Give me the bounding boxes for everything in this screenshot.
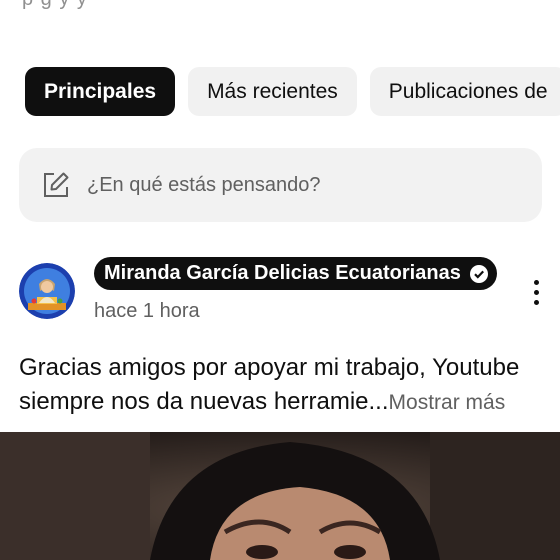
composer-placeholder: ¿En qué estás pensando?: [87, 173, 321, 196]
verified-icon: [469, 264, 489, 284]
post-timestamp: hace 1 hora: [94, 300, 200, 322]
post-image[interactable]: [0, 432, 560, 560]
avatar[interactable]: [19, 263, 75, 319]
author-name: Miranda García Delicias Ecuatorianas: [104, 262, 461, 284]
filter-chips: Principales Más recientes Publicaciones …: [25, 67, 560, 116]
more-options-icon[interactable]: [520, 272, 552, 312]
post-text: Gracias amigos por apoyar mi trabajo, Yo…: [19, 351, 549, 420]
author-name-badge[interactable]: Miranda García Delicias Ecuatorianas: [94, 257, 497, 290]
truncated-previous-text: p g y y: [22, 0, 88, 11]
chip-publicaciones[interactable]: Publicaciones de: [369, 67, 560, 116]
post-composer[interactable]: ¿En qué estás pensando?: [19, 148, 542, 222]
chip-mas-recientes[interactable]: Más recientes: [188, 67, 357, 116]
chip-principales[interactable]: Principales: [25, 67, 176, 116]
edit-icon: [41, 170, 71, 200]
show-more-link[interactable]: Mostrar más: [389, 391, 506, 414]
